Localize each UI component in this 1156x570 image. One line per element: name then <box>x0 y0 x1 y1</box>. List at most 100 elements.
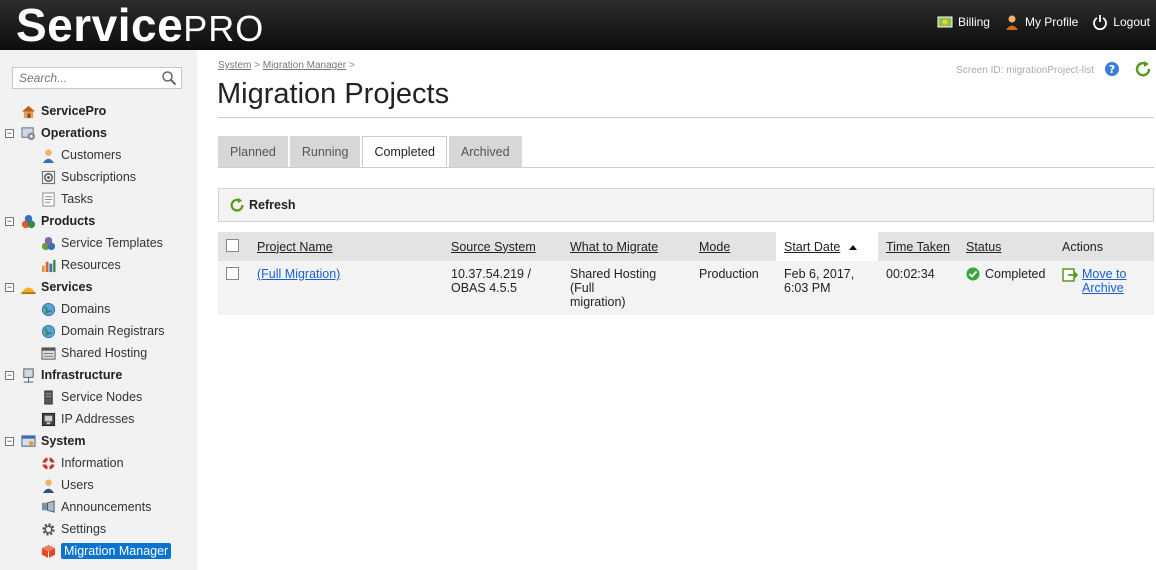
refresh-icon[interactable] <box>1134 60 1152 78</box>
services-icon <box>21 287 36 294</box>
check-circle-icon <box>966 267 980 281</box>
archive-icon <box>1062 268 1078 282</box>
tab-archived[interactable]: Archived <box>448 136 522 167</box>
nav-group-operations[interactable]: Operations <box>21 124 107 142</box>
column-start-date[interactable]: Start Date <box>776 232 878 261</box>
server-icon <box>44 389 53 405</box>
tab-running[interactable]: Running <box>289 136 361 167</box>
sidebar: ServicePro − Operations Customers Subscr… <box>0 50 197 570</box>
service-templates-icon <box>41 236 56 250</box>
svg-text:?: ? <box>1109 63 1115 76</box>
gear-icon <box>42 522 55 536</box>
help-icon[interactable]: ? <box>1104 61 1120 77</box>
breadcrumb: System > Migration Manager > <box>218 60 355 71</box>
time-taken-cell: 00:02:34 <box>878 261 958 315</box>
column-status[interactable]: Status <box>958 232 1054 261</box>
what-to-migrate-cell: Shared Hosting (Full migration) <box>562 261 691 315</box>
sidebar-item-announcements[interactable]: Announcements <box>41 498 151 516</box>
sidebar-item-users[interactable]: Users <box>41 476 94 494</box>
move-to-archive-link[interactable]: Move to <box>1082 267 1126 281</box>
toolbar: Refresh <box>218 188 1154 222</box>
select-all-checkbox[interactable] <box>226 238 239 252</box>
subscriptions-icon <box>41 170 56 184</box>
column-project-name[interactable]: Project Name <box>249 232 443 261</box>
sidebar-item-domain-registrars[interactable]: Domain Registrars <box>41 322 165 340</box>
resources-bar-chart-icon <box>41 259 56 272</box>
lifebuoy-icon <box>42 456 55 470</box>
search-box <box>12 67 182 89</box>
nav-group-products[interactable]: Products <box>21 212 95 230</box>
sidebar-item-settings[interactable]: Settings <box>41 520 106 538</box>
mode-cell: Production <box>691 261 776 315</box>
select-all-cell <box>218 232 249 261</box>
tab-planned[interactable]: Planned <box>218 136 288 167</box>
column-what-to-migrate[interactable]: What to Migrate <box>562 232 691 261</box>
products-icon <box>21 214 36 228</box>
nav-group-services[interactable]: Services <box>21 278 92 296</box>
tasks-icon <box>42 191 55 207</box>
sort-ascending-icon <box>848 244 857 250</box>
operations-icon <box>21 126 36 140</box>
start-date-cell: Feb 6, 2017, 6:03 PM <box>776 261 878 315</box>
collapse-operations-toggle[interactable]: − <box>5 129 14 138</box>
move-to-archive-action[interactable]: Move to Archive <box>1062 267 1146 295</box>
tab-completed[interactable]: Completed <box>362 136 447 167</box>
billing-link[interactable]: Billing <box>937 14 990 30</box>
sidebar-item-information[interactable]: Information <box>41 454 124 472</box>
collapse-products-toggle[interactable]: − <box>5 217 14 226</box>
sidebar-item-domains[interactable]: Domains <box>41 300 110 318</box>
top-bar: ServicePRO Billing My Profile Logout <box>0 0 1156 50</box>
column-time-taken[interactable]: Time Taken <box>878 232 958 261</box>
sidebar-item-service-templates[interactable]: Service Templates <box>41 234 163 252</box>
sidebar-item-subscriptions[interactable]: Subscriptions <box>41 168 136 186</box>
migration-projects-table: Project Name Source System What to Migra… <box>218 232 1154 315</box>
status-cell: Completed <box>966 267 1046 281</box>
collapse-services-toggle[interactable]: − <box>5 283 14 292</box>
refresh-button[interactable]: Refresh <box>229 197 296 213</box>
ip-address-icon <box>41 412 56 426</box>
column-source-system[interactable]: Source System <box>443 232 562 261</box>
logout-link[interactable]: Logout <box>1092 14 1150 30</box>
sidebar-item-shared-hosting[interactable]: Shared Hosting <box>41 344 147 362</box>
nav-root-servicepro[interactable]: ServicePro <box>21 102 106 120</box>
page-title: Migration Projects <box>217 78 450 110</box>
breadcrumb-system[interactable]: System <box>218 60 251 71</box>
sidebar-item-resources[interactable]: Resources <box>41 256 121 274</box>
billing-icon <box>937 16 953 28</box>
home-icon <box>21 105 36 118</box>
column-actions: Actions <box>1054 232 1154 261</box>
tab-bar: Planned Running Completed Archived <box>218 136 522 167</box>
collapse-system-toggle[interactable]: − <box>5 437 14 446</box>
title-divider <box>218 117 1154 118</box>
sidebar-item-customers[interactable]: Customers <box>41 146 121 164</box>
project-name-link[interactable]: (Full Migration) <box>257 267 340 281</box>
nav-group-infrastructure[interactable]: Infrastructure <box>21 366 122 384</box>
my-profile-link[interactable]: My Profile <box>1004 14 1078 30</box>
power-icon <box>1093 15 1108 30</box>
customer-icon <box>42 148 55 163</box>
table-header-row: Project Name Source System What to Migra… <box>218 232 1154 261</box>
migration-manager-icon <box>41 544 56 558</box>
globe-icon <box>41 302 56 316</box>
sidebar-item-service-nodes[interactable]: Service Nodes <box>41 388 142 406</box>
screen-id: Screen ID: migrationProject-list <box>956 65 1094 76</box>
user-icon <box>1005 15 1018 30</box>
table-row: (Full Migration) 10.37.54.219 /OBAS 4.5.… <box>218 261 1154 315</box>
collapse-infrastructure-toggle[interactable]: − <box>5 371 14 380</box>
shared-hosting-icon <box>41 346 56 360</box>
globe-icon <box>41 324 56 338</box>
source-system-cell: 10.37.54.219 /OBAS 4.5.5 <box>443 261 562 315</box>
sidebar-item-migration-manager[interactable]: Migration Manager <box>41 542 172 560</box>
row-checkbox[interactable] <box>226 267 239 280</box>
announcements-icon <box>41 499 55 513</box>
tab-divider <box>218 167 1154 168</box>
servicepro-logo[interactable]: ServicePRO <box>16 1 264 53</box>
nav-group-system[interactable]: System <box>21 432 85 450</box>
breadcrumb-migration-manager[interactable]: Migration Manager <box>263 60 346 71</box>
sidebar-item-ip-addresses[interactable]: IP Addresses <box>41 410 134 428</box>
search-input[interactable] <box>13 68 153 88</box>
sidebar-item-tasks[interactable]: Tasks <box>41 190 93 208</box>
refresh-icon <box>230 197 244 212</box>
column-mode[interactable]: Mode <box>691 232 776 261</box>
search-icon[interactable] <box>161 70 177 86</box>
